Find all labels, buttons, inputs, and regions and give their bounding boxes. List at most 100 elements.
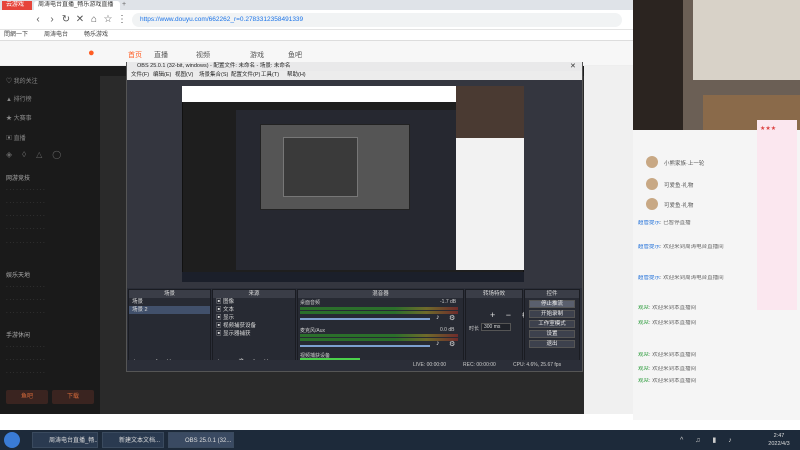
preview-taskbar [182,272,524,282]
left-nav-sub[interactable]: · · · · · · · · · · · · [6,213,45,219]
mixer-channel-name: 麦克风/Aux [300,328,326,334]
source-item[interactable]: ▣ 图像 [213,298,295,306]
volume-slider[interactable] [300,345,430,347]
obs-status-bar: LIVE: 00:00:00 REC: 00:00:00 CPU: 4.6%, … [127,360,582,371]
obs-menu-tools[interactable]: 工具(T) [261,71,279,80]
volume-slider[interactable] [300,318,430,320]
star-icon[interactable]: ☆ [102,14,114,26]
gift-label: 可爱鱼·礼物 [664,183,694,189]
left-nav-sub[interactable]: · · · · · · · · · · · · [6,187,45,193]
preview-chat [456,138,524,270]
bookmark-2[interactable]: 畅乐游戏 [84,31,108,40]
speaker-icon[interactable]: ♪ [436,340,440,347]
audio-meter [300,311,458,314]
gear-icon[interactable]: ⚙ [449,340,455,348]
source-item[interactable]: ▣ 显示 [213,314,295,322]
left-nav-sub[interactable]: · · · · · · · · · · · · [6,297,45,303]
gear-icon[interactable]: ⚙ [449,314,455,322]
back-icon[interactable]: ‹ [32,14,44,26]
left-nav-header-mobile[interactable]: 手游休闲 [6,330,30,339]
taskbar-obs[interactable]: OBS 25.0.1 (32... [168,432,234,448]
nav-home[interactable]: 首页 [128,50,142,60]
menu-icon[interactable]: ⋮ [116,14,128,26]
rank-icon: ▲ [6,97,14,103]
left-nav-follow[interactable]: ♡ 我的关注 [6,76,38,85]
audio-meter [300,338,458,341]
start-recording-button[interactable]: 开始录制 [529,310,575,318]
cpu-status: CPU: 4.6%, 25.67 fps [513,362,562,368]
monitor-icon: ▣ [216,331,224,337]
start-button-icon[interactable] [4,432,20,448]
taskbar-browser[interactable]: 周涛电台直播_畅... [32,432,98,448]
speaker-icon[interactable]: ♪ [436,314,440,321]
left-nav-sub[interactable]: · · · · · · · · · · · · [6,240,45,246]
mixer-dock-title: 混音器 [298,290,463,298]
gift-label: 可爱鱼·礼物 [664,203,694,209]
nav-video[interactable]: 视频 [196,50,210,60]
left-nav-sub[interactable]: · · · · · · · · · · · · [6,284,45,290]
bookmarks-bar: 問網一下 周涛电台 畅乐游戏 [0,30,633,41]
transition-duration-input[interactable]: 300 ms [481,323,511,331]
obs-menu-edit[interactable]: 编辑(E) [153,71,171,80]
scene-item[interactable]: 场景 2 [129,306,210,314]
tray-icons[interactable]: ^ ♫ ▮ ♪ [680,436,737,444]
fishbar-button[interactable]: 鱼吧 [6,390,48,404]
display-icon: ▣ [216,315,224,321]
forward-icon[interactable]: › [46,14,58,26]
site-right-panel [584,66,633,414]
scene-item[interactable]: 场景 [129,298,210,306]
obs-menu-help[interactable]: 帮助(H) [287,71,306,80]
avatar[interactable] [646,178,658,190]
source-item[interactable]: ▣ 视频捕获设备 [213,322,295,330]
tab-active[interactable]: 周涛电台直播_畅乐游戏直播 [34,1,120,10]
mixer-channel-name: 桌面音频 [300,300,321,306]
avatar[interactable] [646,156,658,168]
obs-menu-scenecollection[interactable]: 场景集合(S) [199,71,228,80]
source-item[interactable]: ▣ 显示器捕获 [213,330,295,338]
tab-0[interactable]: 云游戏 [2,1,32,10]
webcam-wall [693,0,800,80]
stop-icon[interactable]: ✕ [74,14,86,26]
transitions-dock-title: 转场特效 [466,290,522,298]
left-nav-sub[interactable]: · · · · · · · · · · · · [6,357,45,363]
webcam-feed [633,0,800,130]
taskbar-notepad[interactable]: 新建文本文档... [102,432,164,448]
left-nav-sub[interactable]: · · · · · · · · · · · · [6,310,45,316]
obs-menu-file[interactable]: 文件(F) [131,71,149,80]
chat-message: 观众: 欢迎来到本直播间 [638,320,697,326]
text-icon: ▣ [216,307,224,313]
site-logo[interactable]: ● [88,47,122,61]
avatar[interactable] [646,198,658,210]
studio-mode-button[interactable]: 工作室模式 [529,320,575,328]
left-nav-live[interactable]: ▣ 直播 [6,133,26,142]
address-bar[interactable]: https://www.douyu.com/662262_r=0.2783312… [132,13,622,27]
exit-button[interactable]: 退出 [529,340,575,348]
obs-close-icon[interactable]: ✕ [570,62,576,70]
download-button[interactable]: 下载 [52,390,94,404]
refresh-icon[interactable]: ↻ [60,14,72,26]
left-nav-sub[interactable]: · · · · · · · · · · · · [6,344,45,350]
taskbar-clock[interactable]: 2:47 2022/4/3 [760,432,798,448]
settings-button[interactable]: 设置 [529,330,575,338]
obs-menu-view[interactable]: 视图(V) [175,71,193,80]
bookmark-1[interactable]: 周涛电台 [44,31,68,40]
home-icon[interactable]: ⌂ [88,14,100,26]
new-tab-icon[interactable]: + [122,1,126,8]
left-nav-events[interactable]: ★ 大赛事 [6,113,32,122]
left-nav-rank[interactable]: ▲ 排行榜 [6,94,32,103]
nav-games[interactable]: 游戏 [250,50,264,60]
source-item[interactable]: ▣ 文本 [213,306,295,314]
left-nav-sub[interactable]: · · · · · · · · · · · · [6,200,45,206]
controls-dock: 控件 停止推流 开始录制 工作室模式 设置 退出 [524,289,580,369]
left-nav-header-entertainment[interactable]: 娱乐天地 [6,270,30,279]
stop-streaming-button[interactable]: 停止推流 [529,300,575,308]
obs-menu-profile[interactable]: 配置文件(P) [231,71,260,80]
nav-fishbar[interactable]: 鱼吧 [288,50,302,60]
mixer-channel-db: 0.0 dB [440,327,455,333]
clock-time: 2:47 [773,433,785,439]
left-nav-sub[interactable]: · · · · · · · · · · · · [6,226,45,232]
left-nav-header-games[interactable]: 网游竞技 [6,173,30,182]
nav-live[interactable]: 直播 [154,50,168,60]
left-nav-sub[interactable]: · · · · · · · · · · · · [6,370,45,376]
bookmark-0[interactable]: 問網一下 [4,31,28,40]
